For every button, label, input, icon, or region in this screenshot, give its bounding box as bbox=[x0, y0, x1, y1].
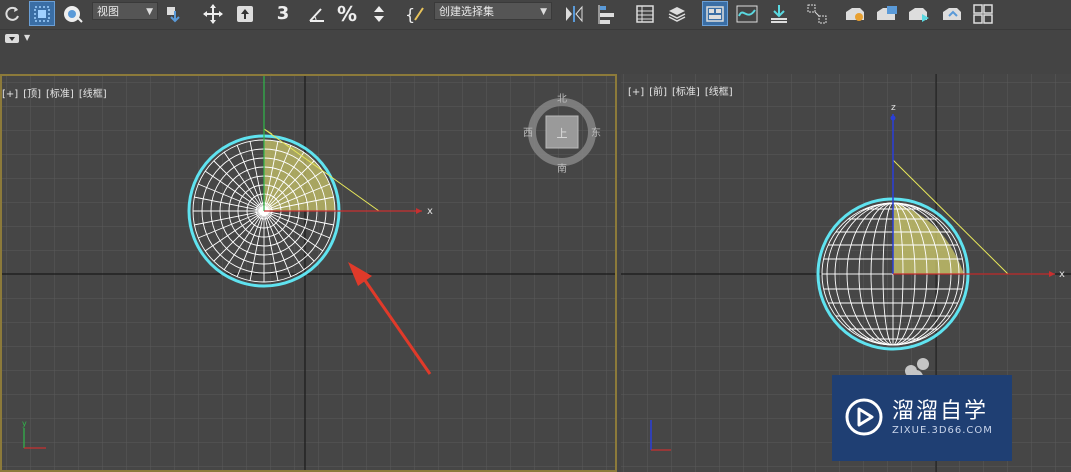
chevron-down-icon[interactable]: ▼ bbox=[24, 33, 30, 42]
select-and-manipulate-icon[interactable] bbox=[232, 1, 258, 26]
viewport-view-label[interactable]: [前] bbox=[649, 87, 667, 98]
viewport-top-label[interactable]: [+] [顶] [标准] [线框] bbox=[2, 85, 112, 100]
window-crossing-icon[interactable] bbox=[60, 1, 86, 26]
material-editor-icon[interactable] bbox=[804, 1, 830, 26]
cube-face-label: 上 bbox=[557, 127, 568, 140]
render-production-icon[interactable] bbox=[906, 1, 932, 26]
selection-set-value: 创建选择集 bbox=[439, 5, 494, 18]
main-toolbar: 视图 ▼ 3 % { 创建选择集 ▼ bbox=[0, 0, 1071, 30]
edit-named-selection-icon[interactable]: { bbox=[404, 1, 430, 26]
watermark-subtitle: ZIXUE.3D66.COM bbox=[892, 425, 993, 436]
percent-snap-label: % bbox=[336, 1, 358, 26]
ribbon-toggle-icon[interactable] bbox=[702, 1, 728, 26]
mirror-icon[interactable] bbox=[561, 1, 587, 26]
secondary-toolbar: ▼ bbox=[0, 30, 1071, 48]
compass-w-label: 西 bbox=[523, 128, 533, 139]
rendered-frame-window-icon[interactable] bbox=[874, 1, 900, 26]
angle-snap-label: 3 bbox=[276, 3, 290, 24]
select-region-button[interactable] bbox=[29, 1, 55, 26]
quick-access-dropdown-icon[interactable] bbox=[5, 34, 19, 43]
site-watermark: 溜溜自学 ZIXUE.3D66.COM bbox=[832, 375, 1012, 461]
play-logo-icon bbox=[845, 398, 883, 436]
undo-icon[interactable] bbox=[0, 1, 26, 26]
viewport-view-label[interactable]: [顶] bbox=[23, 89, 41, 100]
chevron-down-icon: ▼ bbox=[540, 7, 547, 17]
reference-coord-dropdown[interactable]: 视图 ▼ bbox=[92, 2, 158, 20]
tripod-y-label: y bbox=[22, 419, 27, 428]
viewport-layout-icon[interactable] bbox=[970, 1, 996, 26]
svg-text:{: { bbox=[405, 5, 415, 24]
watermark-title: 溜溜自学 bbox=[892, 399, 989, 424]
compass-n-label: 北 bbox=[557, 93, 567, 105]
spinner-snap-icon[interactable] bbox=[366, 1, 392, 26]
curve-editor-icon[interactable] bbox=[734, 1, 760, 26]
viewport-shading-label[interactable]: [线框] bbox=[79, 89, 107, 100]
viewport-top[interactable]: x 上 北 南 东 西 y [+] [顶] [标准] [线框] bbox=[0, 74, 617, 472]
compass-e-label: 东 bbox=[591, 126, 601, 139]
viewport-menu-plus[interactable]: [+] bbox=[628, 87, 644, 98]
compass-s-label: 南 bbox=[557, 162, 567, 175]
render-in-cloud-icon[interactable] bbox=[940, 1, 966, 26]
angle-snap-icon[interactable]: 3 bbox=[270, 1, 296, 26]
layer-explorer-icon[interactable] bbox=[632, 1, 658, 26]
viewport-front-label[interactable]: [+] [前] [标准] [线框] bbox=[628, 83, 738, 98]
named-selection-set-dropdown[interactable]: 创建选择集 ▼ bbox=[434, 2, 552, 20]
viewport-shading-label[interactable]: [线框] bbox=[705, 87, 733, 98]
align-icon[interactable] bbox=[595, 1, 621, 26]
axis-x-label: x bbox=[1059, 269, 1065, 280]
top-view-canvas: x 上 北 南 东 西 y bbox=[2, 76, 615, 470]
layers-icon[interactable] bbox=[664, 1, 690, 26]
move-gizmo-icon[interactable] bbox=[200, 1, 226, 26]
pivot-point-icon[interactable] bbox=[162, 1, 188, 26]
axis-x-label: x bbox=[427, 206, 433, 217]
snap-toggle-icon[interactable] bbox=[304, 1, 330, 26]
viewport-spacer bbox=[0, 48, 1071, 74]
viewport-standard-label[interactable]: [标准] bbox=[672, 87, 700, 98]
schematic-view-icon[interactable] bbox=[766, 1, 792, 26]
viewport-standard-label[interactable]: [标准] bbox=[46, 89, 74, 100]
axis-z-label: z bbox=[891, 103, 896, 113]
chevron-down-icon: ▼ bbox=[146, 7, 153, 17]
render-setup-icon[interactable] bbox=[842, 1, 868, 26]
viewport-menu-plus[interactable]: [+] bbox=[2, 89, 18, 100]
percent-snap-icon[interactable]: % bbox=[334, 1, 360, 26]
reference-coord-value: 视图 bbox=[97, 5, 119, 18]
